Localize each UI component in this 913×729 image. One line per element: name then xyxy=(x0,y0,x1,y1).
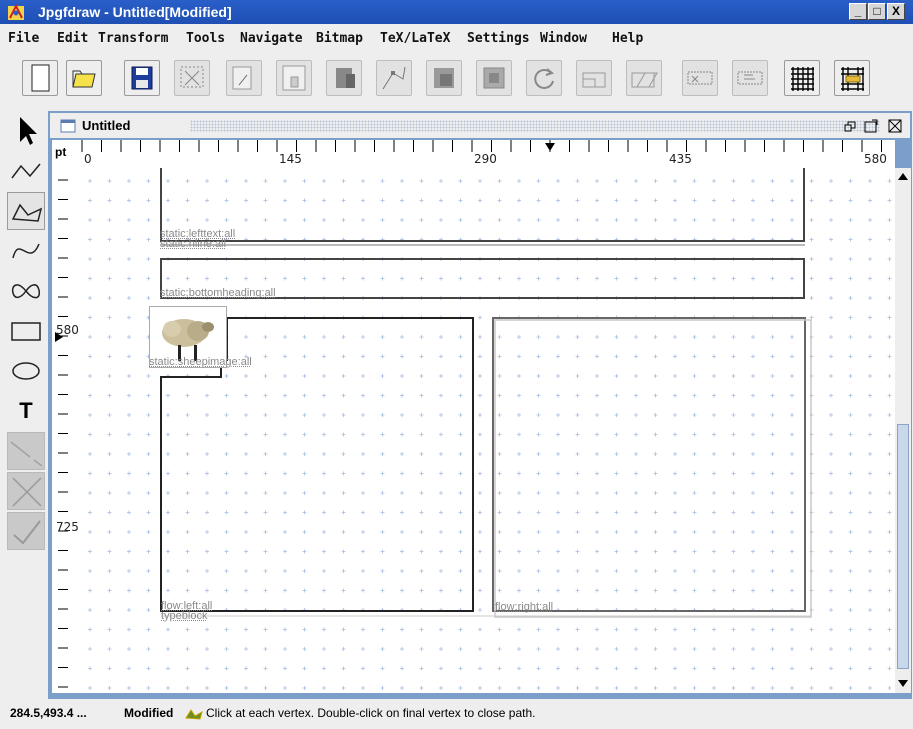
main-toolbar xyxy=(12,60,892,106)
select-region-icon[interactable] xyxy=(174,60,210,96)
close-icon[interactable] xyxy=(888,119,902,133)
app-icon xyxy=(8,3,24,20)
menu-transform[interactable]: Transform xyxy=(98,31,168,46)
ellipse-icon[interactable] xyxy=(7,352,45,390)
maximize-button[interactable]: □ xyxy=(868,3,886,20)
drawing-canvas[interactable]: static:lefttext:all static:hline:all sta… xyxy=(81,168,895,693)
rectangle-icon[interactable] xyxy=(7,312,45,350)
vertical-scrollbar[interactable] xyxy=(895,168,911,693)
scale-icon[interactable] xyxy=(576,60,612,96)
new-document-icon[interactable] xyxy=(22,60,58,96)
ungroup-icon[interactable] xyxy=(476,60,512,96)
status-coordinates: 284.5,493.4 ... xyxy=(10,706,87,720)
menu-navigate[interactable]: Navigate xyxy=(240,31,303,46)
closed-line-status-icon xyxy=(185,709,203,720)
ruler-unit: pt xyxy=(52,140,81,168)
document-title: Untitled xyxy=(82,118,131,133)
open-line-icon[interactable] xyxy=(7,152,45,190)
vertical-ruler: 580 725 xyxy=(52,168,81,693)
menu-file[interactable]: File xyxy=(8,31,39,46)
ruler-label: 435 xyxy=(669,152,692,166)
menu-settings[interactable]: Settings xyxy=(467,31,530,46)
window-title-bar: Jpgfdraw - Untitled[Modified] _ □ X xyxy=(0,0,913,24)
edit-path-icon[interactable] xyxy=(226,60,262,96)
close-button[interactable]: X xyxy=(887,3,905,20)
open-curve-icon[interactable] xyxy=(7,232,45,270)
open-folder-icon[interactable] xyxy=(66,60,102,96)
gap-icon[interactable] xyxy=(7,432,45,470)
menu-tex-latex[interactable]: TeX/LaTeX xyxy=(380,31,450,46)
maximize-icon[interactable] xyxy=(864,119,878,133)
abandon-icon[interactable] xyxy=(7,472,45,510)
save-disk-icon[interactable] xyxy=(124,60,160,96)
document-title-bar[interactable]: Untitled xyxy=(50,113,910,138)
justify-icon[interactable] xyxy=(276,60,312,96)
restore-icon[interactable] xyxy=(844,119,858,133)
frame-label: flow:right:all xyxy=(495,601,554,613)
menu-bitmap[interactable]: Bitmap xyxy=(316,31,363,46)
ruler-marker-icon xyxy=(55,332,63,342)
window-title: Jpgfdraw - Untitled[Modified] xyxy=(38,4,232,20)
closed-curve-icon[interactable] xyxy=(7,272,45,310)
menu-window[interactable]: Window xyxy=(540,31,587,46)
grid-icon[interactable] xyxy=(784,60,820,96)
ruler-label: 0 xyxy=(84,152,92,166)
status-bar: 284.5,493.4 ... Modified Click at each v… xyxy=(8,705,906,723)
frame-icon[interactable] xyxy=(682,60,718,96)
menu-help[interactable]: Help xyxy=(612,31,643,46)
grid-lock-icon[interactable] xyxy=(834,60,870,96)
bitmap-icon[interactable] xyxy=(326,60,362,96)
select-arrow-icon[interactable] xyxy=(7,112,45,150)
minimize-button[interactable]: _ xyxy=(849,3,867,20)
shear-icon[interactable] xyxy=(626,60,662,96)
status-modified: Modified xyxy=(124,706,174,720)
scroll-thumb[interactable] xyxy=(897,424,909,669)
scroll-up-icon[interactable] xyxy=(898,172,908,180)
scroll-down-icon[interactable] xyxy=(898,680,908,688)
vertex-icon[interactable] xyxy=(376,60,412,96)
group-icon[interactable] xyxy=(426,60,462,96)
horizontal-ruler: 0 145 290 435 580 xyxy=(81,140,895,168)
document-icon xyxy=(60,119,76,133)
finish-icon[interactable] xyxy=(7,512,45,550)
rotate-icon[interactable] xyxy=(526,60,562,96)
ruler-label: 580 xyxy=(864,152,887,166)
text-tool-icon[interactable]: T xyxy=(7,392,45,430)
ruler-label: 145 xyxy=(279,152,302,166)
status-message: Click at each vertex. Double-click on fi… xyxy=(206,706,536,720)
frame-label: typeblock xyxy=(161,610,208,622)
ruler-label: 725 xyxy=(56,520,79,534)
frame-edit-icon[interactable] xyxy=(732,60,768,96)
ruler-label: 290 xyxy=(474,152,497,166)
menu-bar: File Edit Transform Tools Navigate Bitma… xyxy=(0,27,913,51)
frame-label: static:sheepimage:all xyxy=(149,356,252,368)
ruler-marker-icon xyxy=(545,143,555,151)
menu-edit[interactable]: Edit xyxy=(57,31,88,46)
menu-tools[interactable]: Tools xyxy=(186,31,225,46)
closed-line-icon[interactable] xyxy=(7,192,45,230)
